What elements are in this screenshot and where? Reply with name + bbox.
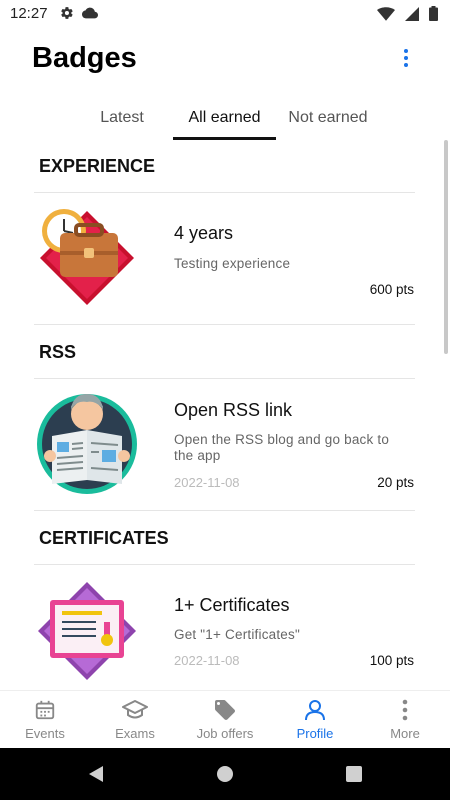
dot-icon [404,49,408,53]
back-button[interactable] [84,762,108,786]
badge-tabs: Latest All earned Not earned [0,96,450,140]
divider [34,192,415,193]
divider [34,378,415,379]
signal-icon [405,6,419,21]
page-title: Badges [32,42,137,74]
section-title-experience: EXPERIENCE [39,156,156,176]
person-icon [302,698,328,722]
badge-date: 2022-11-08 [174,653,240,668]
cloud-icon [82,7,98,19]
badge-name: Open RSS link [174,400,293,420]
system-navigation-bar [0,748,450,800]
graduation-cap-icon [122,698,148,722]
badge-description: Open the RSS blog and go back to the app [174,432,390,463]
badge-list[interactable]: EXPERIENCE 4 years Testing experience 60… [0,140,450,690]
newspaper-reader-icon [37,394,137,494]
badge-points: 600 pts [369,282,414,297]
divider [34,510,415,511]
calendar-icon [32,698,58,722]
back-triangle-icon [89,766,103,782]
certificate-icon [38,582,136,680]
tab-all-earned[interactable]: All earned [173,96,276,140]
dot-icon [404,56,408,60]
tab-latest[interactable]: Latest [84,96,160,140]
settings-gear-icon [61,7,73,19]
nav-item-profile[interactable]: Profile [270,691,360,749]
badge-description: Get "1+ Certificates" [174,627,300,642]
nav-item-exams[interactable]: Exams [90,691,180,749]
nav-label: Job offers [196,726,254,741]
nav-label: More [390,726,420,741]
recents-button[interactable] [342,762,366,786]
status-time: 12:27 [10,5,48,22]
nav-label: Events [25,726,65,741]
section-title-rss: RSS [39,342,77,362]
section-title-certificates: CERTIFICATES [39,528,169,548]
badge-description: Testing experience [174,256,291,271]
home-circle-icon [217,766,233,782]
nav-item-more[interactable]: More [360,691,450,749]
badge-name: 4 years [174,223,234,243]
home-button[interactable] [213,762,237,786]
bottom-navigation: Events Exams Job offers Profile More [0,690,450,748]
more-vertical-icon [392,698,418,722]
tab-not-earned[interactable]: Not earned [282,96,374,140]
app-header: Badges [0,28,450,88]
nav-label: Exams [115,726,155,741]
recents-square-icon [346,766,362,782]
nav-item-events[interactable]: Events [0,691,90,749]
overflow-menu-button[interactable] [396,44,416,72]
dot-icon [404,63,408,67]
briefcase-clock-icon [40,209,134,305]
battery-icon [429,6,438,21]
status-bar: 12:27 [0,0,450,28]
badge-points: 20 pts [377,475,414,490]
badge-name: 1+ Certificates [174,595,290,615]
badge-points: 100 pts [369,653,414,668]
nav-item-job-offers[interactable]: Job offers [180,691,270,749]
tag-icon [212,698,238,722]
badge-date: 2022-11-08 [174,475,240,490]
wifi-icon [377,6,395,21]
divider [34,324,415,325]
divider [34,564,415,565]
nav-label: Profile [296,726,334,741]
